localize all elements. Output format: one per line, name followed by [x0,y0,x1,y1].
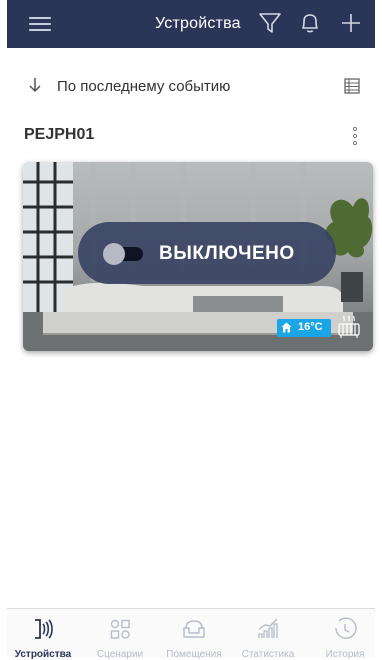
sort-label: По последнему событию [57,78,231,95]
add-device-icon[interactable] [338,10,364,36]
list-view-icon[interactable] [343,77,361,95]
nav-label-rooms: Помещения [166,649,222,660]
device-card[interactable]: ВЫКЛЮЧЕНО 16°C [23,162,373,351]
rooms-icon [183,620,205,638]
nav-item-history[interactable]: История [309,609,381,660]
bell-icon[interactable] [297,10,323,36]
device-header: PEJPH01 [7,124,375,150]
history-icon [335,617,357,639]
top-bar: Устройства [7,0,375,48]
temperature-badge: 16°C [277,319,331,337]
nav-item-scenarios[interactable]: Сценарии [84,609,156,660]
nav-item-rooms[interactable]: Помещения [158,609,230,660]
menu-icon[interactable] [29,13,51,33]
bottom-navigation: Устройства Сценарии Помещения Статистика [7,608,375,660]
devices-icon [35,619,53,639]
arrow-down-icon [29,78,41,93]
page-title: Устройства [155,15,241,32]
power-switch[interactable] [103,243,143,265]
heater-icon [338,315,360,338]
device-state-label: ВЫКЛЮЧЕНО [159,243,295,264]
nav-item-devices[interactable]: Устройства [7,609,79,660]
home-icon [281,322,292,333]
sort-selector[interactable]: По последнему событию [7,72,375,104]
nav-label-scenarios: Сценарии [96,649,144,660]
nav-label-devices: Устройства [14,649,72,660]
device-name: PEJPH01 [24,126,95,143]
nav-label-history: История [325,649,365,660]
temperature-value: 16°C [298,321,323,333]
app-screen: Устройства По последнему событию PEJPH01 [7,0,375,660]
nav-item-statistics[interactable]: Статистика [232,609,304,660]
statistics-icon [258,618,278,638]
scenarios-icon [110,619,130,639]
nav-label-statistics: Статистика [241,649,295,660]
more-options-icon[interactable] [349,124,361,148]
filter-icon[interactable] [257,10,283,36]
